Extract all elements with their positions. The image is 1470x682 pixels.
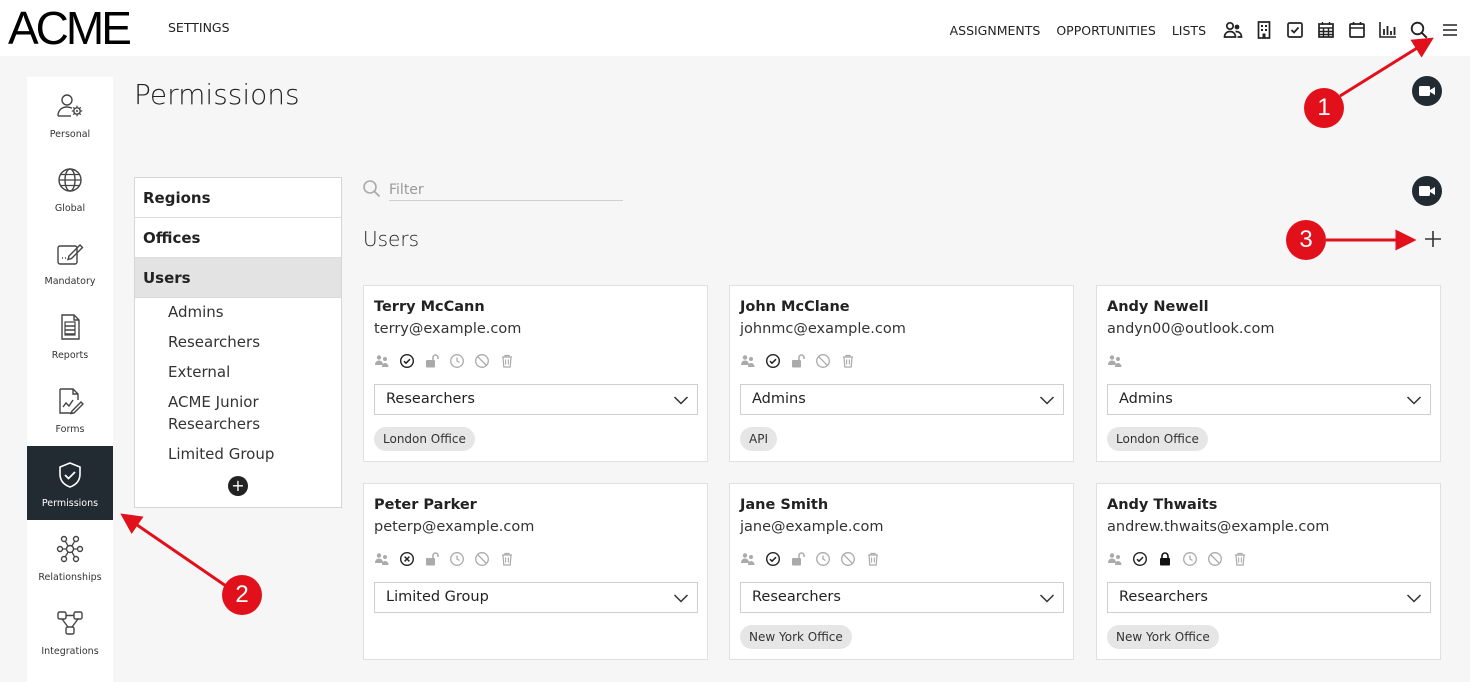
annotation-marker-2: 2 <box>222 575 262 615</box>
annotation-arrows <box>120 37 1434 588</box>
annotation-arrow-2 <box>120 513 227 588</box>
annotation-marker-3: 3 <box>1286 220 1326 260</box>
annotation-marker-1: 1 <box>1304 88 1344 128</box>
annotation-arrow-1 <box>1339 37 1434 98</box>
